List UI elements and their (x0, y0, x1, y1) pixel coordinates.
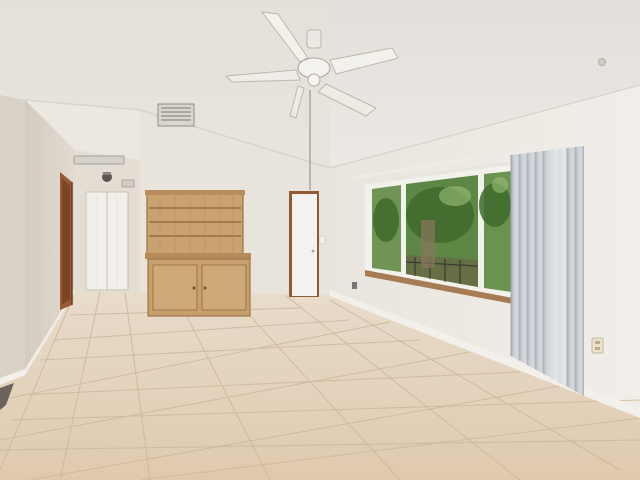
hallway-door (60, 172, 73, 310)
air-vent-icon (157, 103, 195, 127)
interior-door (289, 191, 319, 297)
light-fixture-icon (102, 172, 112, 182)
vertical-blinds (510, 146, 584, 396)
closet-door (85, 191, 129, 291)
wooden-hutch (145, 190, 251, 317)
hallway-vent-icon (73, 155, 125, 165)
room-photo (0, 0, 640, 480)
electrical-outlet-icon (591, 337, 604, 354)
